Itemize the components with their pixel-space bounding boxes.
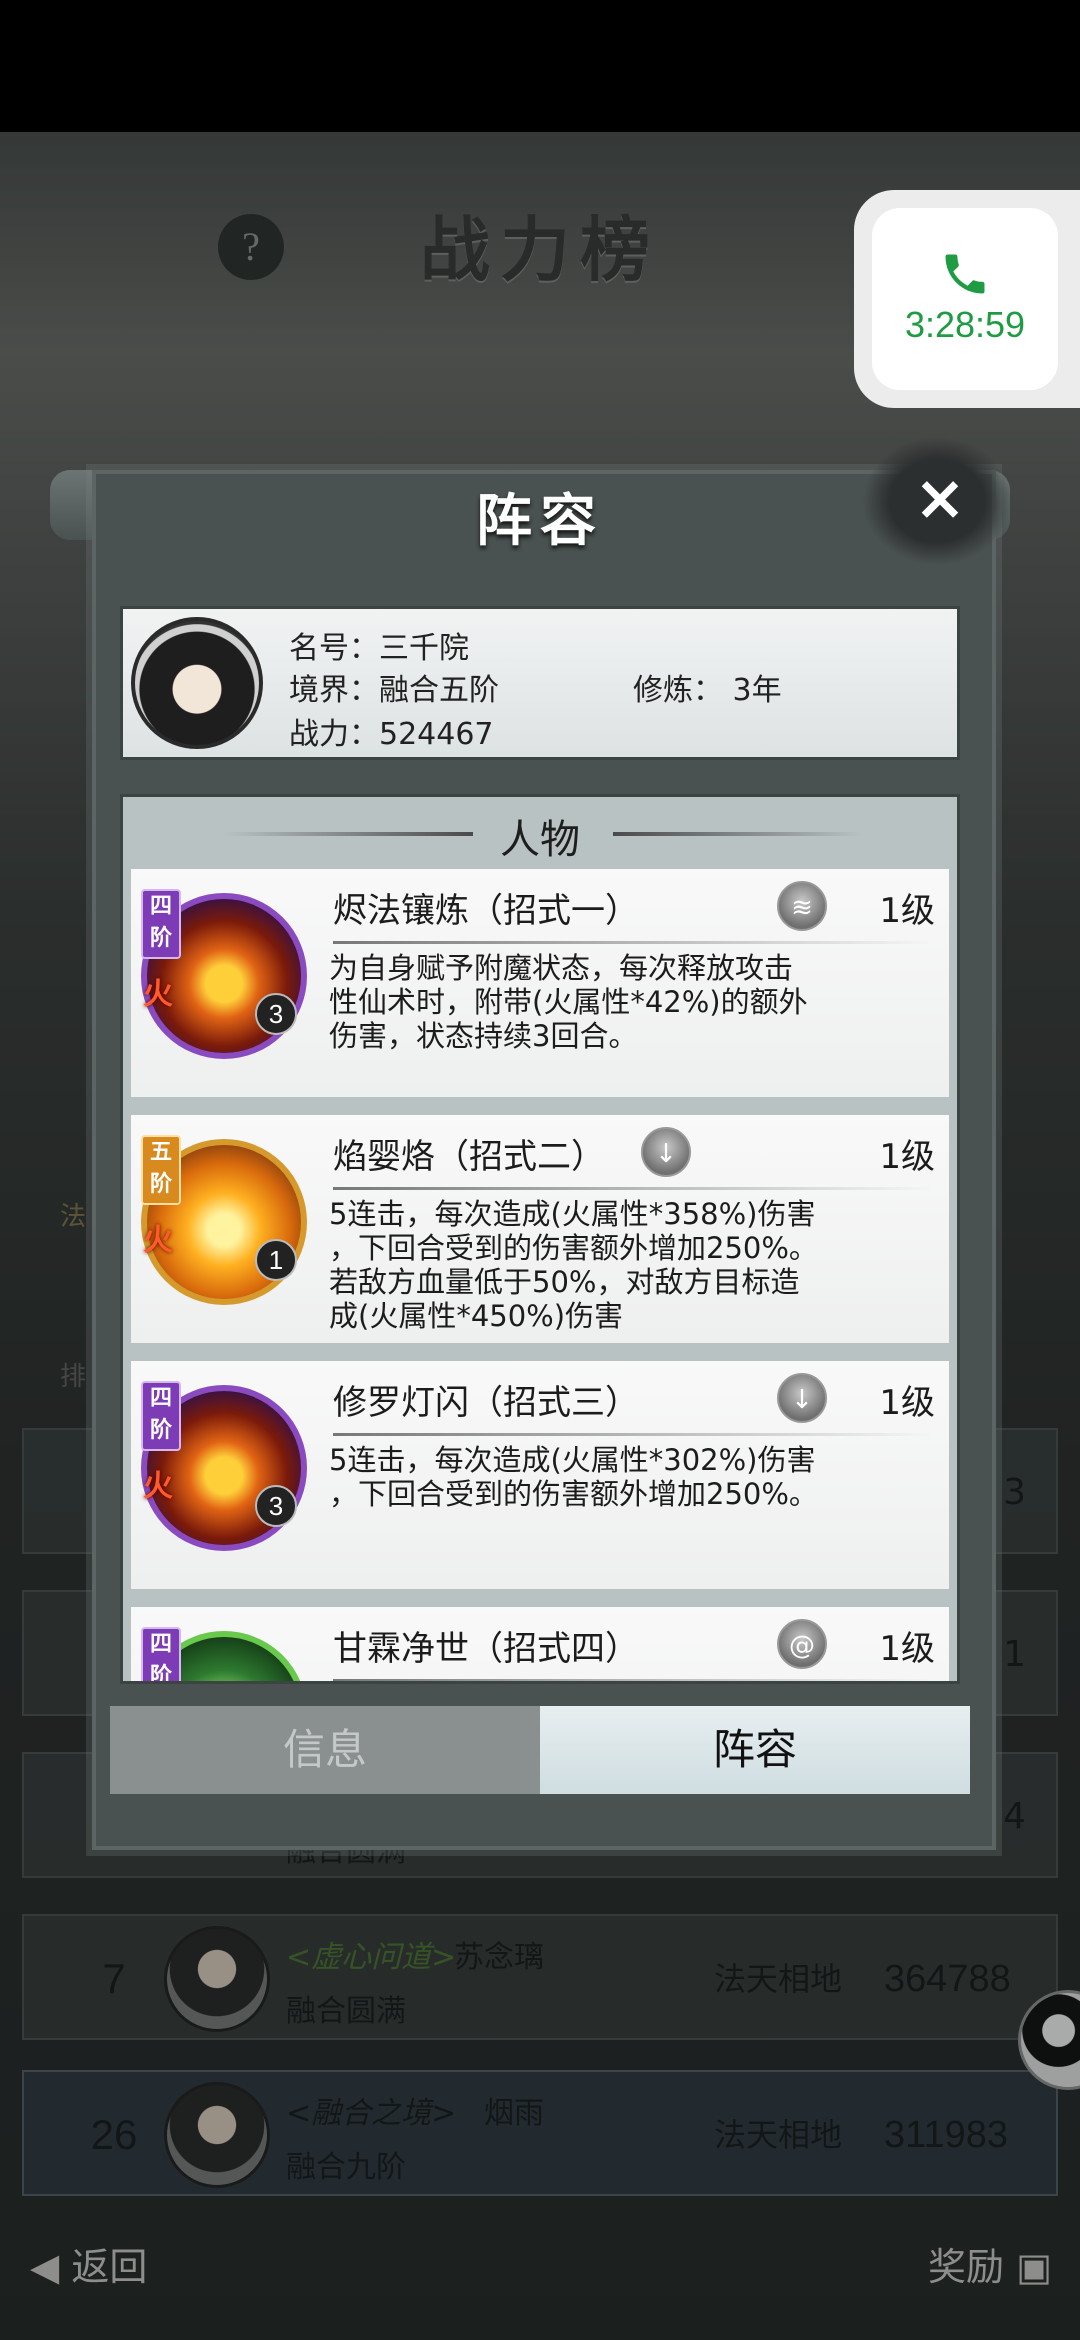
tier-badge: 四阶	[141, 889, 181, 959]
modal-title: 阵容	[476, 488, 604, 554]
characters-panel[interactable]: 人物 四阶 火 3 烬法镶炼（招式一） ≋ 1级 为自身赋予附魔状态，每次释放攻…	[120, 794, 960, 1684]
skill-description: 为自身赋予附魔状态，每次释放攻击 性仙术时，附带(火属性*42%)的额外 伤害，…	[329, 951, 808, 1053]
skill-description: 5连击，每次造成(火属性*302%)伤害 ，下回合受到的伤害额外增加250%。	[329, 1443, 818, 1511]
divider	[333, 941, 933, 944]
fire-element-icon: 火	[143, 1469, 173, 1504]
phone-icon	[872, 208, 1058, 304]
profile-power: 战力：524467	[289, 717, 494, 752]
tier-badge: 四阶	[141, 1381, 181, 1451]
spiral-icon: @	[777, 1619, 827, 1669]
star-level-badge: 3	[255, 993, 297, 1035]
skill-level: 1级	[879, 1383, 935, 1423]
sword-icon: ↓	[777, 1373, 827, 1423]
divider	[333, 1187, 933, 1190]
skill-description: 5连击，每次造成(火属性*358%)伤害 ，下回合受到的伤害额外增加250%。 …	[329, 1197, 818, 1333]
profile-card: 名号：三千院 境界：融合五阶 战力：524467 修炼： 3年	[120, 606, 960, 760]
call-bubble[interactable]: 3:28:59	[854, 190, 1080, 408]
close-button[interactable]: ×	[904, 462, 976, 534]
star-level-badge: 1	[255, 1239, 297, 1281]
tab-lineup[interactable]: 阵容	[540, 1706, 970, 1794]
modal-tab-bar: 信息 阵容	[110, 1706, 970, 1794]
tier-badge: 四阶	[141, 1627, 181, 1681]
tier-badge: 五阶	[141, 1135, 181, 1205]
skill-level: 1级	[879, 891, 935, 931]
divider	[333, 1433, 933, 1436]
sword-icon: ↓	[641, 1127, 691, 1177]
fire-element-icon: 火	[143, 977, 173, 1012]
skill-card[interactable]: 五阶 火 1 焰婴烙（招式二） ↓ 1级 5连击，每次造成(火属性*358%)伤…	[131, 1115, 949, 1343]
skill-card[interactable]: 四阶 火 3 修罗灯闪（招式三） ↓ 1级 5连击，每次造成(火属性*302%)…	[131, 1361, 949, 1589]
skill-name: 甘霖净世（招式四）	[333, 1629, 639, 1669]
call-card[interactable]: 3:28:59	[872, 208, 1058, 390]
section-line-right	[613, 832, 863, 836]
skill-card[interactable]: 四阶 火 3 烬法镶炼（招式一） ≋ 1级 为自身赋予附魔状态，每次释放攻击 性…	[131, 869, 949, 1097]
status-bar	[0, 0, 1080, 132]
call-duration: 3:28:59	[904, 304, 1026, 345]
skill-level: 1级	[879, 1629, 935, 1669]
avatar	[131, 617, 263, 749]
section-header: 人物	[123, 797, 957, 867]
profile-realm: 境界：融合五阶	[289, 673, 499, 708]
divider	[333, 1679, 933, 1681]
skill-name: 修罗灯闪（招式三）	[333, 1383, 639, 1423]
section-title: 人物	[500, 817, 580, 863]
star-level-badge: 3	[255, 1485, 297, 1527]
profile-cultivation: 修炼： 3年	[633, 673, 782, 708]
skill-name: 焰婴烙（招式二）	[333, 1137, 605, 1177]
skill-name: 烬法镶炼（招式一）	[333, 891, 639, 931]
tab-info[interactable]: 信息	[110, 1706, 540, 1794]
skill-card[interactable]: 四阶 甘霖净世（招式四） @ 1级	[131, 1607, 949, 1681]
skill-level: 1级	[879, 1137, 935, 1177]
fire-element-icon: 火	[143, 1223, 173, 1258]
wind-icon: ≋	[777, 881, 827, 931]
profile-name: 名号：三千院	[289, 631, 469, 666]
